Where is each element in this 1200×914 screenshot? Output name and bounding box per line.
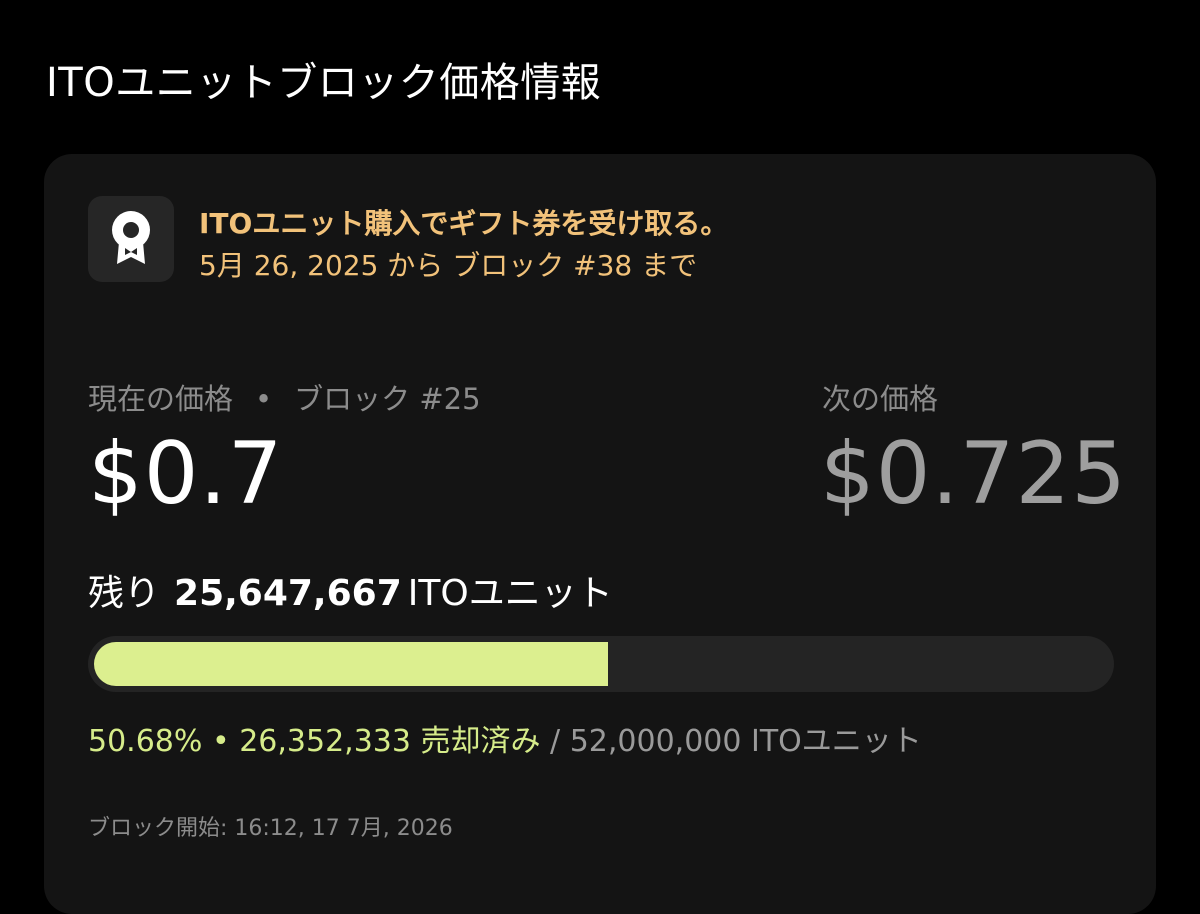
sold-percent: 50.68% (88, 724, 203, 759)
sales-progress-fill (94, 642, 608, 686)
block-start-time: ブロック開始: 16:12, 17 7月, 2026 (88, 816, 453, 841)
remaining-prefix: 残り (88, 573, 161, 614)
promo-icon-box (88, 196, 174, 282)
next-price-label: 次の価格 (822, 382, 939, 416)
sales-progress-bar (88, 636, 1114, 692)
price-info-card: ITOユニット購入でギフト券を受け取る。 5月 26, 2025 から ブロック… (44, 154, 1156, 914)
remaining-amount: 25,647,667 (174, 573, 402, 614)
sales-stats-row: 50.68% • 26,352,333 売却済み / 52,000,000 IT… (88, 716, 922, 760)
current-block-label: ブロック #25 (294, 382, 481, 416)
next-price: $0.725 (820, 424, 1127, 524)
label-separator: • (255, 382, 273, 416)
current-price-label: 現在の価格 (88, 382, 234, 416)
total-amount: / 52,000,000 ITOユニット (550, 724, 922, 759)
award-ribbon-icon (109, 208, 153, 270)
remaining-units-row: 残り 25,647,667 ITOユニット (88, 564, 613, 616)
promo-subtitle: 5月 26, 2025 から ブロック #38 まで (199, 249, 698, 282)
current-price-label-row: 現在の価格 • ブロック #25 (88, 376, 481, 418)
page-title: ITOユニットブロック価格情報 (46, 60, 602, 106)
promo-title: ITOユニット購入でギフト券を受け取る。 (199, 207, 729, 240)
sold-amount: 26,352,333 売却済み (239, 724, 541, 759)
current-price: $0.7 (88, 424, 284, 524)
remaining-unit: ITOユニット (407, 573, 613, 614)
stats-separator: • (211, 724, 230, 759)
